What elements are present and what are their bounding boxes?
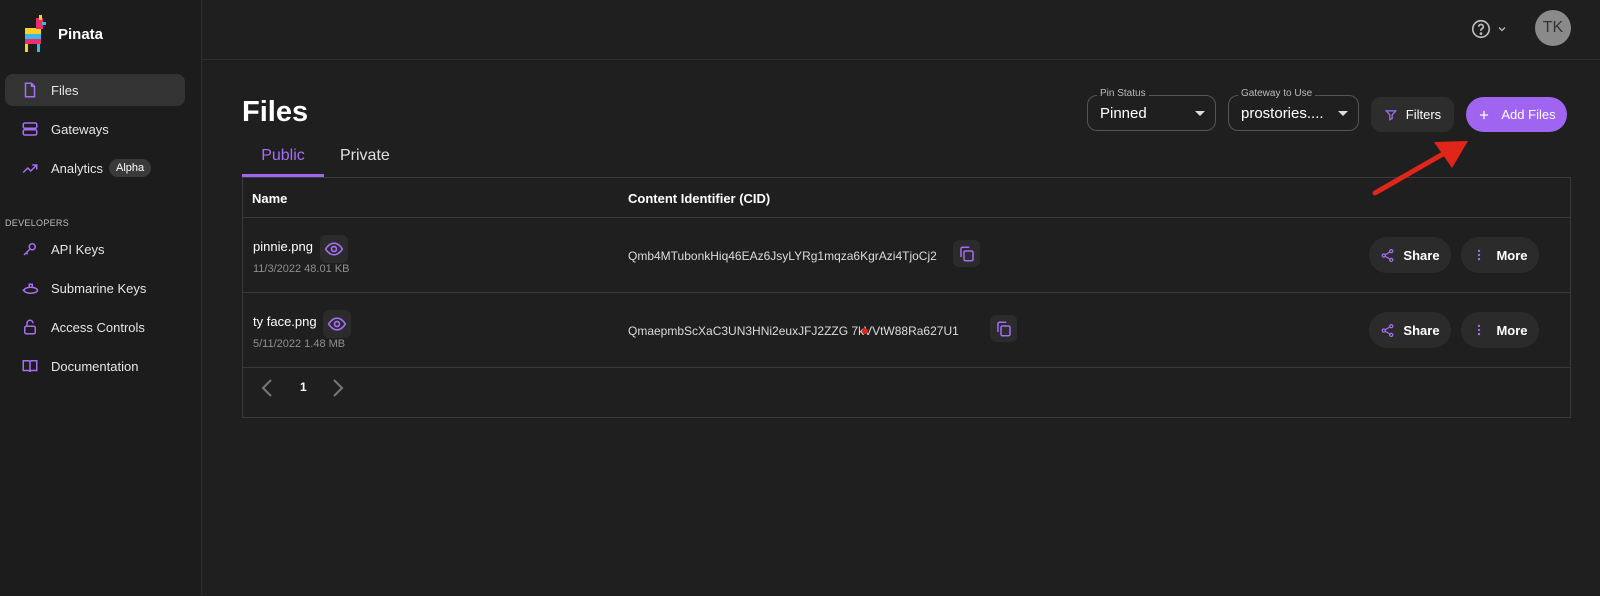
more-button[interactable]: More: [1461, 237, 1539, 273]
file-cid: Qmb4MTubonkHiq46EAz6JsyLYRg1mqza6KgrAzi4…: [628, 249, 937, 263]
brand-name: Pinata: [58, 25, 104, 43]
copy-icon[interactable]: [990, 315, 1017, 342]
share-icon: [1381, 248, 1394, 262]
page-number[interactable]: 1: [300, 380, 307, 394]
top-bar: TK: [202, 0, 1600, 60]
sidebar-item-label: Analytics: [51, 160, 104, 176]
server-icon: [21, 120, 39, 138]
file-meta: 11/3/2022 48.01 KB: [253, 263, 350, 275]
submarine-icon: [21, 279, 39, 297]
sidebar-item-access-controls[interactable]: Access Controls: [5, 311, 185, 343]
plus-icon: [1480, 110, 1489, 119]
file-icon: [21, 81, 39, 99]
sidebar-item-label: Gateways: [51, 121, 109, 137]
lock-icon: [21, 318, 39, 336]
files-table: Name Content Identifier (CID) pinnie.png…: [242, 177, 1571, 418]
share-icon: [1381, 323, 1394, 337]
more-vertical-icon: [1478, 324, 1481, 336]
page-title: Files: [242, 96, 309, 128]
sidebar-item-submarine-keys[interactable]: Submarine Keys: [5, 272, 185, 304]
brand[interactable]: Pinata: [22, 14, 103, 54]
column-header-name: Name: [252, 191, 288, 206]
tabs: Public Private: [242, 141, 406, 177]
table-row: pinnie.png 11/3/2022 48.01 KB Qmb4MTubon…: [243, 218, 1570, 293]
key-icon: [21, 240, 39, 258]
tab-public[interactable]: Public: [242, 141, 324, 177]
share-label: Share: [1403, 247, 1440, 263]
help-menu-button[interactable]: [1470, 18, 1508, 40]
sidebar-item-analytics[interactable]: Analytics Alpha: [5, 152, 185, 184]
help-circle-icon: [1471, 19, 1491, 39]
caret-down-icon: [1195, 111, 1205, 116]
file-name[interactable]: ty face.png: [253, 314, 317, 329]
more-vertical-icon: [1478, 249, 1481, 261]
sidebar-item-label: API Keys: [51, 241, 105, 257]
annotation-dot: [862, 328, 868, 334]
file-meta: 5/11/2022 1.48 MB: [253, 338, 346, 350]
add-files-label: Add Files: [1501, 107, 1556, 122]
alpha-badge: Alpha: [109, 159, 152, 177]
sidebar-item-label: Submarine Keys: [51, 280, 147, 296]
table-header: Name Content Identifier (CID): [243, 178, 1570, 218]
pagination: 1: [243, 373, 363, 403]
more-button[interactable]: More: [1461, 312, 1539, 348]
trending-up-icon: [21, 159, 39, 177]
pin-status-value: Pinned: [1100, 105, 1147, 122]
file-name[interactable]: pinnie.png: [253, 239, 313, 254]
book-icon: [21, 357, 39, 375]
pin-status-select[interactable]: Pin Status Pinned: [1087, 88, 1216, 131]
section-label-developers: DEVELOPERS: [5, 218, 70, 228]
chevron-down-icon: [1498, 27, 1506, 32]
pin-status-legend: Pin Status: [1097, 88, 1149, 99]
add-files-button[interactable]: Add Files: [1466, 97, 1567, 132]
filters-label: Filters: [1405, 107, 1442, 122]
table-row: ty face.png 5/11/2022 1.48 MB QmaepmbScX…: [243, 293, 1570, 368]
filter-icon: [1384, 109, 1397, 121]
sidebar-item-label: Files: [51, 82, 79, 98]
filters-button[interactable]: Filters: [1371, 97, 1454, 132]
more-label: More: [1496, 322, 1528, 338]
annotation-arrow-icon: [1372, 141, 1468, 196]
share-button[interactable]: Share: [1369, 312, 1451, 348]
gateway-select[interactable]: Gateway to Use prostories....: [1228, 88, 1359, 131]
pinata-logo-icon: [25, 15, 46, 52]
eye-icon[interactable]: [320, 235, 348, 263]
file-cid: QmaepmbScXaC3UN3HNi2euxJFJ2ZZG 7kVVtW88R…: [628, 324, 959, 338]
sidebar-item-api-keys[interactable]: API Keys: [5, 233, 185, 265]
sidebar: Pinata Files Gateways Analytics Alpha DE…: [0, 0, 202, 596]
chevron-right-icon[interactable]: [327, 377, 347, 399]
gateway-legend: Gateway to Use: [1238, 88, 1316, 99]
sidebar-item-files[interactable]: Files: [5, 74, 185, 106]
eye-icon[interactable]: [323, 310, 351, 338]
gateway-value: prostories....: [1241, 105, 1324, 122]
caret-down-icon: [1338, 111, 1348, 116]
sidebar-item-label: Documentation: [51, 358, 139, 374]
share-label: Share: [1403, 322, 1440, 338]
tab-private[interactable]: Private: [324, 141, 406, 177]
copy-icon[interactable]: [953, 240, 980, 267]
avatar[interactable]: TK: [1535, 10, 1571, 46]
sidebar-item-gateways[interactable]: Gateways: [5, 113, 185, 145]
sidebar-item-label: Access Controls: [51, 319, 145, 335]
sidebar-item-documentation[interactable]: Documentation: [5, 350, 185, 382]
chevron-left-icon[interactable]: [258, 377, 278, 399]
share-button[interactable]: Share: [1369, 237, 1451, 273]
column-header-cid: Content Identifier (CID): [628, 191, 771, 206]
more-label: More: [1496, 247, 1528, 263]
